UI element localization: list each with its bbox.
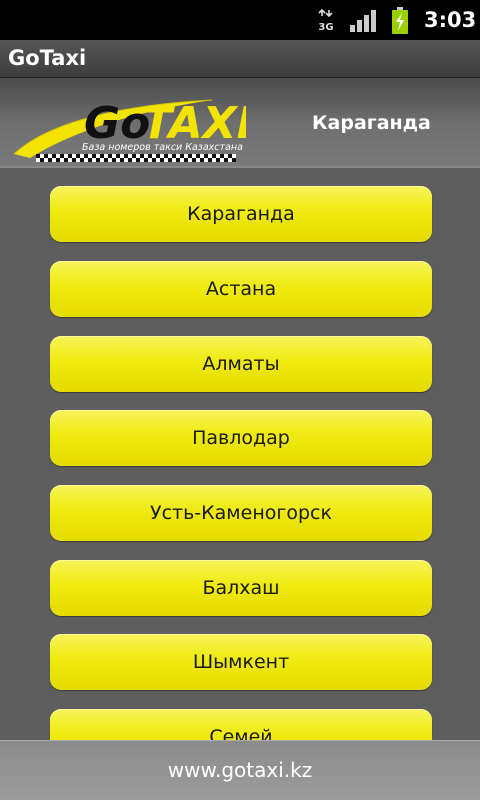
battery-charging-icon: [392, 7, 408, 34]
city-list[interactable]: Караганда Астана Алматы Павлодар Усть-Ка…: [0, 168, 480, 740]
header: Go TAXI База номеров такси Казахстана Ка…: [0, 78, 480, 168]
city-button-pavlodar[interactable]: Павлодар: [50, 410, 432, 466]
city-button-astana[interactable]: Астана: [50, 261, 432, 317]
3g-icon: 3G: [318, 9, 334, 33]
website-link[interactable]: www.gotaxi.kz: [0, 758, 480, 782]
city-button-shymkent[interactable]: Шымкент: [50, 634, 432, 690]
status-clock: 3:03: [424, 8, 477, 32]
selected-city: Караганда: [312, 112, 431, 134]
city-button-ust-kamenogorsk[interactable]: Усть-Каменогорск: [50, 485, 432, 541]
status-bar: 3G 3:03: [0, 0, 480, 40]
city-button-karaganda[interactable]: Караганда: [50, 186, 432, 242]
footer: www.gotaxi.kz: [0, 740, 480, 800]
svg-text:База номеров такси Казахстана: База номеров такси Казахстана: [82, 142, 243, 153]
app-title: GoTaxi: [8, 46, 87, 70]
network-label: 3G: [318, 22, 333, 33]
app-title-bar: GoTaxi: [0, 40, 480, 78]
city-button-balkhash[interactable]: Балхаш: [50, 560, 432, 616]
city-button-semey[interactable]: Семей: [50, 709, 432, 740]
gotaxi-logo: Go TAXI База номеров такси Казахстана: [13, 98, 246, 162]
signal-icon: [350, 10, 376, 32]
city-button-almaty[interactable]: Алматы: [50, 336, 432, 392]
